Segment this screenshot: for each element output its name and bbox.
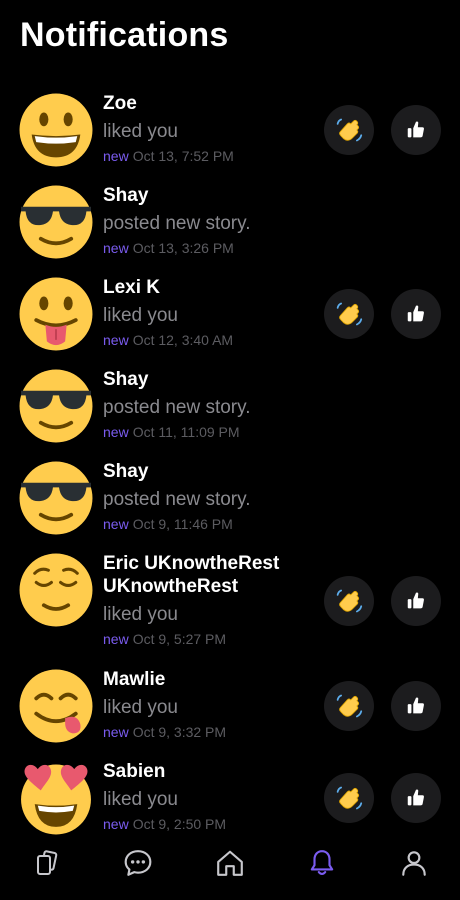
like-button[interactable] (391, 681, 441, 731)
new-badge: new (103, 816, 129, 832)
avatar[interactable] (18, 460, 94, 536)
notification-time: Oct 12, 3:40 AM (132, 332, 234, 348)
notification-message: posted new story. (103, 489, 251, 510)
chat-bubble-icon (124, 850, 152, 876)
wave-button[interactable] (324, 289, 374, 339)
thumbs-up-icon (407, 592, 424, 609)
avatar[interactable] (18, 552, 94, 628)
tongue-face-icon (19, 277, 93, 351)
tab-home[interactable] (210, 843, 250, 883)
new-badge: new (103, 516, 129, 532)
notification-message: posted new story. (103, 397, 251, 418)
notification-name: Shay (103, 185, 149, 206)
notification-time: Oct 13, 3:26 PM (132, 240, 234, 256)
avatar[interactable] (18, 184, 94, 260)
notification-name-line-2: UKnowtheRest (103, 576, 239, 597)
sunglasses-face-icon (19, 185, 93, 259)
bottom-tab-bar (0, 835, 460, 900)
new-badge: new (103, 631, 129, 647)
notification-message: liked you (103, 305, 178, 326)
tab-cards[interactable] (26, 843, 66, 883)
like-button[interactable] (391, 773, 441, 823)
avatar[interactable] (18, 668, 94, 744)
thumbs-up-icon (407, 789, 424, 806)
new-badge: new (103, 424, 129, 440)
profile-icon (402, 851, 426, 876)
avatar[interactable] (18, 368, 94, 444)
notification-message: liked you (103, 697, 178, 718)
notification-message: liked you (103, 121, 178, 142)
bell-icon (310, 850, 334, 876)
thumbs-up-icon (407, 697, 424, 714)
new-badge: new (103, 240, 129, 256)
notification-time: Oct 9, 5:27 PM (132, 631, 227, 647)
grinning-face-icon (19, 93, 93, 167)
tab-notifications[interactable] (302, 843, 342, 883)
thumbs-up-icon (407, 121, 424, 138)
cards-icon (37, 850, 58, 875)
waving-hand-icon (336, 694, 363, 718)
notification-name: Zoe (103, 93, 137, 114)
new-badge: new (103, 148, 129, 164)
notification-time: Oct 9, 3:32 PM (132, 724, 227, 740)
notification-name-line-1: Eric UKnowtheRest (103, 553, 280, 574)
wave-button[interactable] (324, 773, 374, 823)
new-badge: new (103, 332, 129, 348)
waving-hand-icon (336, 118, 363, 142)
heart-eyes-face-icon (21, 764, 91, 835)
sunglasses-face-icon (19, 369, 93, 443)
notification-name: Lexi K (103, 277, 161, 298)
yum-face-icon (19, 669, 93, 743)
tab-profile[interactable] (394, 843, 434, 883)
notification-message: liked you (103, 789, 178, 810)
like-button[interactable] (391, 576, 441, 626)
notification-time: Oct 13, 7:52 PM (132, 148, 234, 164)
notification-message: liked you (103, 604, 178, 625)
wave-button[interactable] (324, 681, 374, 731)
notification-time: Oct 9, 2:50 PM (132, 816, 227, 832)
notification-name: Mawlie (103, 669, 166, 690)
thumbs-up-icon (407, 305, 424, 322)
notification-name: Shay (103, 461, 149, 482)
wave-button[interactable] (324, 105, 374, 155)
new-badge: new (103, 724, 129, 740)
like-button[interactable] (391, 289, 441, 339)
wave-button[interactable] (324, 576, 374, 626)
sunglasses-face-icon (19, 461, 93, 535)
notification-time: Oct 11, 11:09 PM (132, 424, 240, 440)
like-button[interactable] (391, 105, 441, 155)
avatar[interactable] (18, 276, 94, 352)
tab-chat[interactable] (118, 843, 158, 883)
relieved-face-icon (19, 553, 93, 627)
avatar[interactable] (18, 760, 94, 836)
waving-hand-icon (336, 302, 363, 326)
home-icon (217, 850, 243, 876)
notification-name: Sabien (103, 761, 166, 782)
waving-hand-icon (336, 786, 363, 810)
avatar[interactable] (18, 92, 94, 168)
notification-message: posted new story. (103, 213, 251, 234)
page-title: Notifications (20, 16, 229, 54)
notification-name: Shay (103, 369, 149, 390)
notification-time: Oct 9, 11:46 PM (132, 516, 233, 532)
waving-hand-icon (336, 589, 363, 613)
